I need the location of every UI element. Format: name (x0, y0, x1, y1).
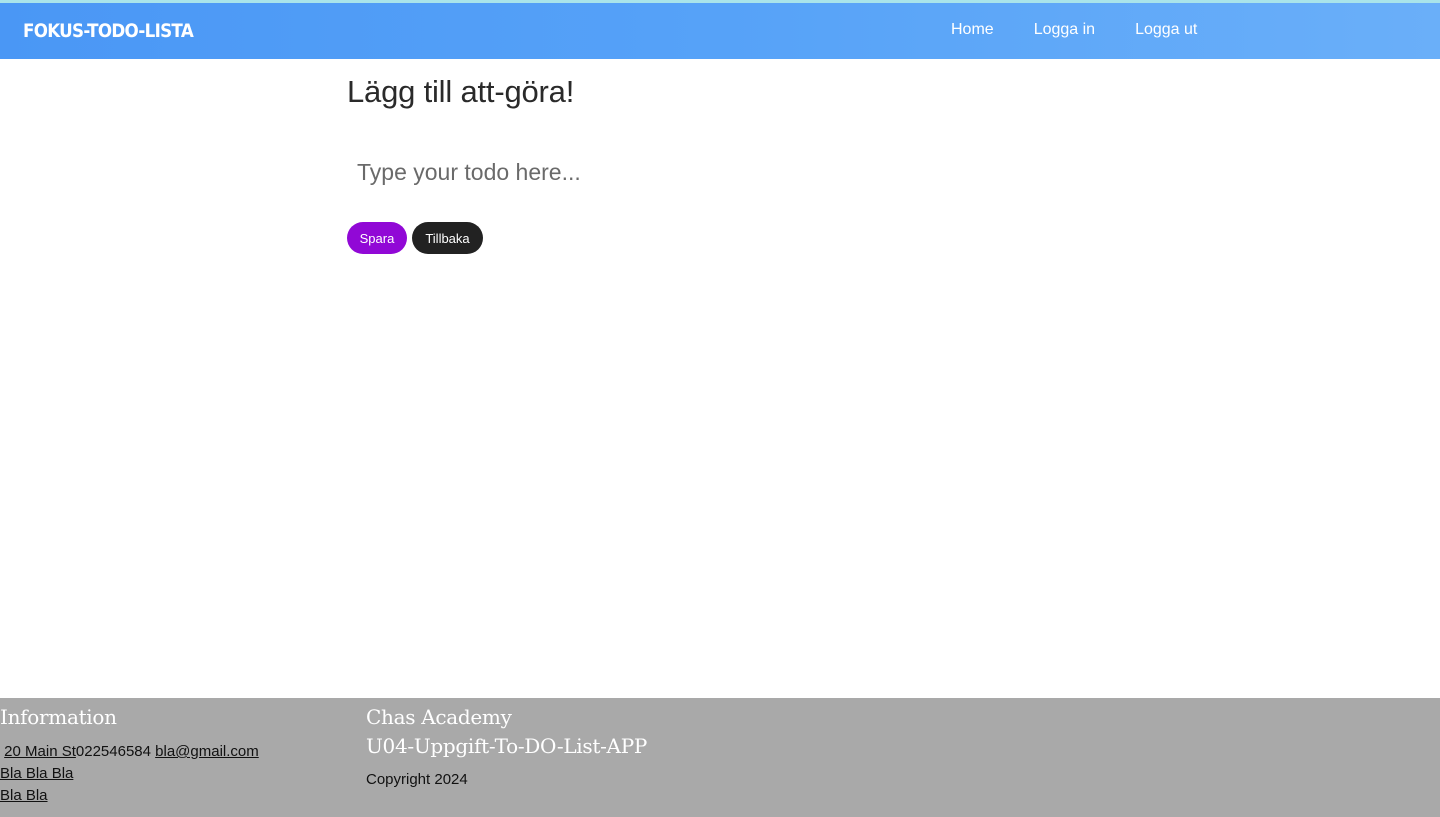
footer-phone: 022546584 (75, 743, 151, 760)
todo-input[interactable] (347, 152, 807, 192)
button-row: Spara Tillbaka (347, 222, 483, 254)
footer-address-link[interactable]: 20 Main St (4, 743, 76, 760)
page-title: Lägg till att-göra! (347, 74, 575, 109)
footer-copyright: Copyright 2024 (366, 771, 468, 788)
footer-link-1[interactable]: Bla Bla Bla (0, 765, 73, 782)
footer-line-3: Bla Bla (0, 785, 259, 807)
footer: Information 20 Main St022546584 bla@gmai… (0, 698, 1440, 817)
brand-logo[interactable]: FOKUS-TODO-LISTA (23, 20, 194, 42)
footer-academy-name: Chas Academy (366, 705, 512, 729)
nav-login-link[interactable]: Logga in (1034, 21, 1095, 39)
nav-logout-link[interactable]: Logga ut (1135, 21, 1197, 39)
nav-links: Home Logga in Logga ut (951, 21, 1197, 39)
footer-project-name: U04-Uppgift-To-DO-List-APP (366, 734, 648, 758)
footer-line-2: Bla Bla Bla (0, 763, 259, 785)
footer-link-2[interactable]: Bla Bla (0, 787, 48, 804)
footer-contact-line: 20 Main St022546584 bla@gmail.com (0, 741, 259, 763)
footer-email-link[interactable]: bla@gmail.com (155, 743, 259, 760)
footer-info-heading: Information (0, 705, 117, 729)
add-todo-section: Lägg till att-göra! Spara Tillbaka (347, 74, 1047, 254)
navbar: FOKUS-TODO-LISTA Home Logga in Logga ut (0, 3, 1440, 59)
footer-info-column: Information 20 Main St022546584 bla@gmai… (0, 698, 259, 807)
footer-academy-column: Chas Academy U04-Uppgift-To-DO-List-APP … (366, 698, 647, 788)
save-button[interactable]: Spara (347, 222, 407, 254)
footer-academy-heading: Chas Academy U04-Uppgift-To-DO-List-APP (366, 698, 647, 761)
nav-home-link[interactable]: Home (951, 21, 994, 39)
back-button[interactable]: Tillbaka (412, 222, 483, 254)
